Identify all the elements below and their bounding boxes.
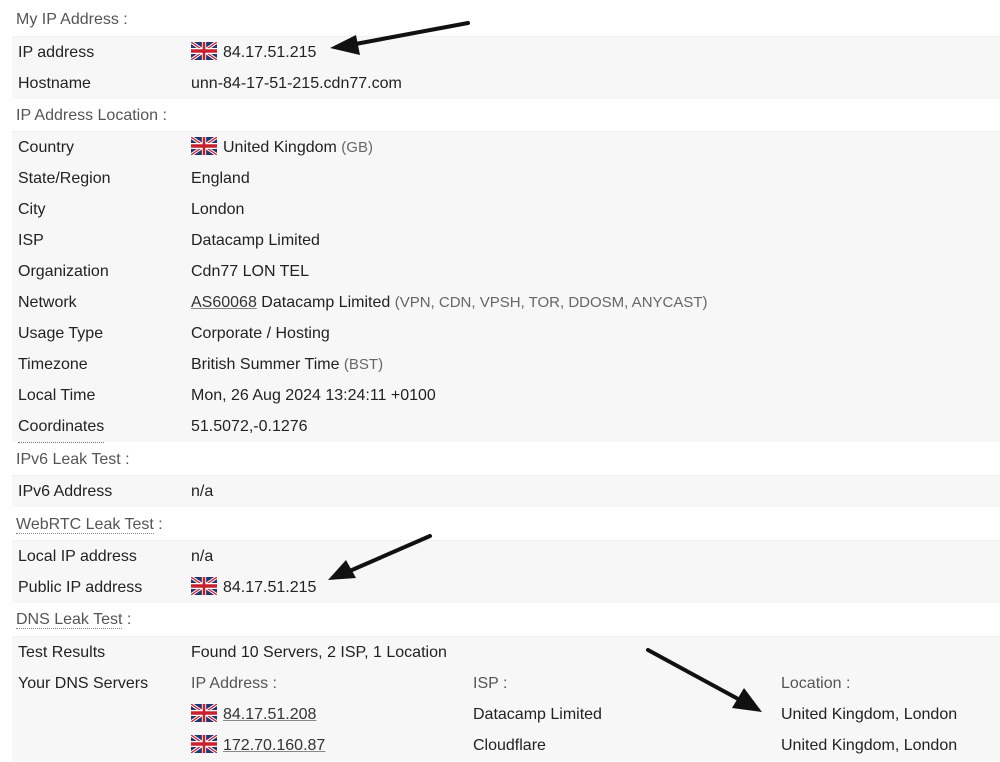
uk-flag-icon [191, 137, 217, 155]
dns-col-ip-header: IP Address : [191, 675, 277, 692]
dns-server-ip: 172.70.160.87 [191, 730, 325, 761]
section-title-dns: DNS Leak Test : [16, 606, 131, 634]
webrtc-group: Local IP address n/a Public IP address 8… [12, 540, 1000, 603]
timezone-value: British Summer Time (BST) [191, 349, 383, 380]
row-country: Country United Kingdom (GB) [12, 132, 1000, 163]
coordinates-label[interactable]: Coordinates [18, 411, 105, 443]
country-label: Country [18, 139, 75, 156]
country-name: United Kingdom [223, 139, 337, 156]
hostname-value: unn-84-17-51-215.cdn77.com [191, 75, 402, 92]
section-title-my-ip: My IP Address : [16, 11, 128, 28]
row-organization: Organization Cdn77 LON TEL [12, 256, 1000, 287]
country-code: (GB) [341, 139, 373, 156]
dns-servers-label: Your DNS Servers [18, 675, 149, 692]
row-local-time: Local Time Mon, 26 Aug 2024 13:24:11 +01… [12, 380, 1000, 411]
dns-server-row: 84.17.51.208 Datacamp Limited United Kin… [12, 699, 1000, 730]
network-value: AS60068 Datacamp Limited (VPN, CDN, VPSH… [191, 287, 708, 318]
public-ip-value: 84.17.51.215 [191, 572, 316, 603]
country-value: United Kingdom (GB) [191, 132, 373, 163]
row-network: Network AS60068 Datacamp Limited (VPN, C… [12, 287, 1000, 318]
state-value: England [191, 170, 250, 187]
row-timezone: Timezone British Summer Time (BST) [12, 349, 1000, 380]
dns-servers-header: Your DNS Servers IP Address : ISP : Loca… [12, 668, 1000, 699]
network-label: Network [18, 294, 77, 311]
usage-type-value: Corporate / Hosting [191, 325, 330, 342]
dns-server-location: United Kingdom, London [781, 706, 958, 723]
ipv6-group: IPv6 Address n/a [12, 475, 1000, 507]
section-title-ipv6: IPv6 Leak Test : [16, 451, 130, 468]
section-title-location: IP Address Location : [16, 107, 167, 124]
row-hostname: Hostname unn-84-17-51-215.cdn77.com [12, 68, 1000, 99]
public-ip-text: 84.17.51.215 [223, 579, 317, 596]
organization-value: Cdn77 LON TEL [191, 263, 309, 280]
city-label: City [18, 201, 46, 218]
ip-address-value: 84.17.51.215 [191, 37, 316, 68]
dns-title-suffix: : [122, 611, 132, 628]
dns-col-location-header: Location : [781, 675, 851, 692]
dns-server-ip-link[interactable]: 172.70.160.87 [223, 737, 325, 754]
uk-flag-icon [191, 704, 217, 722]
dns-server-isp: Cloudflare [473, 737, 546, 754]
uk-flag-icon [191, 735, 217, 753]
my-ip-group: IP address 84.17.51.215 Hostname unn-84-… [12, 36, 1000, 99]
ip-address-label: IP address [18, 44, 95, 61]
dns-server-location: United Kingdom, London [781, 737, 958, 754]
local-time-label: Local Time [18, 387, 96, 404]
uk-flag-icon [191, 577, 217, 595]
row-usage-type: Usage Type Corporate / Hosting [12, 318, 1000, 349]
ip-leak-report: My IP Address : IP address 84.17.51.215 … [0, 4, 1000, 762]
state-label: State/Region [18, 170, 111, 187]
network-name: Datacamp Limited [261, 294, 391, 311]
ipv6-address-label: IPv6 Address [18, 483, 113, 500]
row-local-ip: Local IP address n/a [12, 541, 1000, 572]
timezone-name: British Summer Time [191, 356, 340, 373]
dns-server-row: 172.70.160.87 Cloudflare United Kingdom,… [12, 730, 1000, 761]
row-test-results: Test Results Found 10 Servers, 2 ISP, 1 … [12, 637, 1000, 668]
row-coordinates: Coordinates 51.5072,-0.1276 [12, 411, 1000, 443]
test-results-label: Test Results [18, 644, 106, 661]
dns-server-ip: 84.17.51.208 [191, 699, 316, 730]
public-ip-label: Public IP address [18, 579, 143, 596]
row-ip-address: IP address 84.17.51.215 [12, 37, 1000, 68]
timezone-label: Timezone [18, 356, 88, 373]
location-group: Country United Kingdom (GB) State/Region… [12, 131, 1000, 443]
hostname-label: Hostname [18, 75, 91, 92]
city-value: London [191, 201, 245, 218]
ip-address-text: 84.17.51.215 [223, 44, 317, 61]
isp-value: Datacamp Limited [191, 232, 320, 249]
row-ipv6-address: IPv6 Address n/a [12, 476, 1000, 507]
network-as-link[interactable]: AS60068 [191, 294, 257, 311]
isp-label: ISP [18, 232, 44, 249]
webrtc-title-text[interactable]: WebRTC Leak Test [16, 516, 154, 534]
dns-group: Test Results Found 10 Servers, 2 ISP, 1 … [12, 636, 1000, 761]
dns-server-isp: Datacamp Limited [473, 706, 602, 723]
webrtc-title-suffix: : [153, 516, 163, 533]
test-results-value: Found 10 Servers, 2 ISP, 1 Location [191, 644, 447, 661]
network-tags: (VPN, CDN, VPSH, TOR, DDOSM, ANYCAST) [394, 294, 708, 311]
dns-server-ip-link[interactable]: 84.17.51.208 [223, 706, 316, 723]
row-state: State/Region England [12, 163, 1000, 194]
organization-label: Organization [18, 263, 109, 280]
local-time-value: Mon, 26 Aug 2024 13:24:11 +0100 [191, 387, 436, 404]
dns-col-isp-header: ISP : [473, 675, 508, 692]
timezone-code: (BST) [343, 356, 384, 373]
row-isp: ISP Datacamp Limited [12, 225, 1000, 256]
ipv6-address-value: n/a [191, 483, 214, 500]
usage-type-label: Usage Type [18, 325, 104, 342]
row-city: City London [12, 194, 1000, 225]
local-ip-value: n/a [191, 548, 214, 565]
coordinates-value: 51.5072,-0.1276 [191, 418, 308, 435]
dns-title-text[interactable]: DNS Leak Test [16, 611, 123, 629]
uk-flag-icon [191, 42, 217, 60]
local-ip-label: Local IP address [18, 548, 137, 565]
section-title-webrtc: WebRTC Leak Test : [16, 511, 163, 539]
row-public-ip: Public IP address 84.17.51.215 [12, 572, 1000, 603]
